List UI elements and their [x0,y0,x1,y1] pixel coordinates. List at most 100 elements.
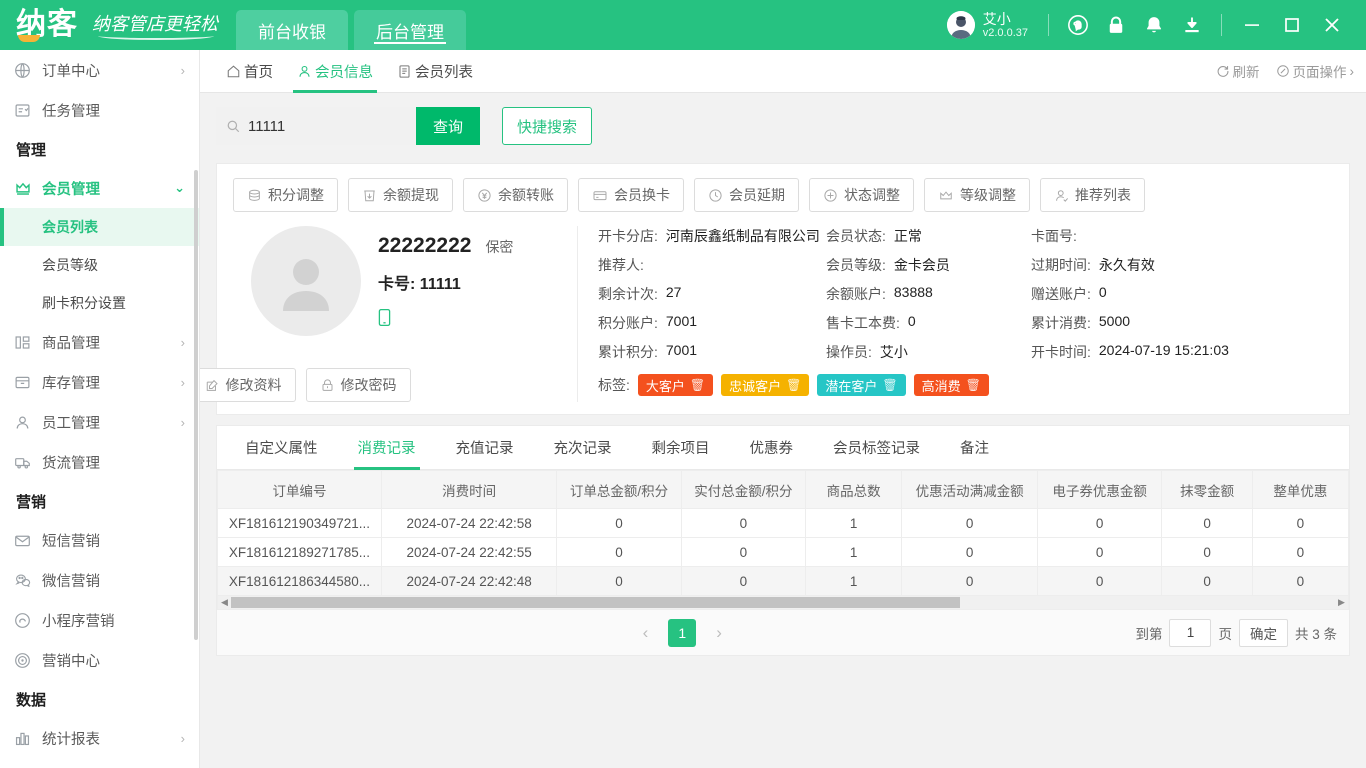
table-header-row: 订单编号 消费时间 订单总金额/积分 实付总金额/积分 商品总数 优惠活动满减金… [218,471,1349,509]
member-tag[interactable]: 大客户 🗑 [638,374,713,396]
phone-icon[interactable] [378,308,577,327]
col-order-total[interactable]: 订单总金额/积分 [557,471,681,509]
sidebar-item-marketing-center[interactable]: 营销中心 [0,640,199,680]
cell-promo-discount: 0 [902,538,1038,567]
tab-home[interactable]: 首页 [214,50,285,93]
sidebar-item-logistics-management[interactable]: 货流管理 [0,442,199,482]
sidebar-item-member-list[interactable]: 会员列表 [0,208,199,246]
search-input[interactable] [248,118,406,135]
field-total-points: 累计积分:7001 [598,342,826,362]
top-tab-backoffice[interactable]: 后台管理 [354,10,466,50]
cell-promo-discount: 0 [902,509,1038,538]
sidebar-item-order-center[interactable]: 订单中心 › [0,50,199,90]
confirm-page-button[interactable]: 确定 [1239,619,1288,647]
sidebar-item-inventory-management[interactable]: 库存管理 › [0,362,199,402]
sidebar-item-sms-marketing[interactable]: 短信营销 [0,520,199,560]
status-adjust-button[interactable]: 状态调整 [809,178,914,212]
field-label: 赠送账户: [1031,284,1091,304]
query-button[interactable]: 查询 [416,107,480,145]
trash-icon[interactable]: 🗑 [786,378,801,392]
chevron-right-icon: › [181,335,185,350]
col-goods-count[interactable]: 商品总数 [806,471,902,509]
member-change-card-button[interactable]: 会员换卡 [578,178,684,212]
download-icon[interactable] [1173,6,1211,44]
edit-profile-button[interactable]: 修改资料 [200,368,296,402]
top-tab-frontdesk[interactable]: 前台收银 [236,10,348,50]
refresh-button[interactable]: 刷新 [1216,61,1260,81]
sidebar-item-member-level[interactable]: 会员等级 [0,246,199,284]
col-order-no[interactable]: 订单编号 [218,471,382,509]
col-voucher-discount[interactable]: 电子券优惠金额 [1037,471,1161,509]
sidebar-scrollbar[interactable] [194,170,198,640]
tab-member-tag-records[interactable]: 会员标签记录 [813,426,940,470]
col-consume-time[interactable]: 消费时间 [381,471,556,509]
tags-row: 标签: 大客户 🗑 忠诚客户 🗑 潜在客户 [598,374,1333,396]
sidebar-item-goods-management[interactable]: 商品管理 › [0,322,199,362]
headset-icon[interactable] [1059,6,1097,44]
sidebar-item-label: 小程序营销 [42,610,115,631]
tab-remaining-items[interactable]: 剩余项目 [632,426,730,470]
scroll-left-icon[interactable]: ◀ [218,597,231,608]
field-referrer: 推荐人: [598,255,826,275]
tab-consumption-records[interactable]: 消费记录 [338,426,436,470]
maximize-icon[interactable] [1272,6,1312,44]
page-number-1[interactable]: 1 [668,619,696,647]
page-input[interactable] [1169,619,1211,647]
quick-search-button[interactable]: 快捷搜索 [502,107,592,145]
scroll-track[interactable] [231,597,1335,608]
sidebar-item-miniprogram-marketing[interactable]: 小程序营销 [0,600,199,640]
sidebar-item-wechat-marketing[interactable]: 微信营销 [0,560,199,600]
tab-coupons[interactable]: 优惠券 [730,426,814,470]
card-label: 卡号: [378,276,415,293]
tag-label: 忠诚客户 [729,376,781,395]
tab-member-list[interactable]: 会员列表 [385,50,485,93]
sidebar-item-task-management[interactable]: 任务管理 [0,90,199,130]
user-chip[interactable]: 艾小 v2.0.0.37 [937,11,1038,40]
col-whole-order-discount[interactable]: 整单优惠 [1252,471,1348,509]
tab-recharge-records[interactable]: 充值记录 [436,426,534,470]
col-paid-total[interactable]: 实付总金额/积分 [681,471,805,509]
table-row[interactable]: XF181612189271785... 2024-07-24 22:42:55… [218,538,1349,567]
points-adjust-button[interactable]: 积分调整 [233,178,338,212]
scroll-right-icon[interactable]: ▶ [1335,597,1348,608]
tag-label: 大客户 [646,376,685,395]
prev-page-button[interactable]: ‹ [637,623,655,643]
field-member-status: 会员状态:正常 [826,226,1031,246]
balance-transfer-button[interactable]: 余额转账 [463,178,568,212]
trash-icon[interactable]: 🗑 [966,378,981,392]
close-icon[interactable] [1312,6,1352,44]
field-label: 推荐人: [598,255,644,275]
page-operations-button[interactable]: 页面操作 › [1276,61,1355,81]
member-tag[interactable]: 高消费 🗑 [914,374,989,396]
minimize-icon[interactable] [1232,6,1272,44]
trash-icon[interactable]: 🗑 [690,378,705,392]
member-extend-button[interactable]: 会员延期 [694,178,799,212]
trash-icon[interactable]: 🗑 [882,378,897,392]
sidebar-item-card-points-settings[interactable]: 刷卡积分设置 [0,284,199,322]
horizontal-scrollbar[interactable]: ◀ ▶ [217,596,1349,609]
tab-member-info[interactable]: 会员信息 [285,50,385,93]
balance-withdraw-button[interactable]: 余额提现 [348,178,453,212]
tab-custom-attributes[interactable]: 自定义属性 [225,426,338,470]
sidebar-item-member-management[interactable]: 会员管理 ⌄ [0,168,199,208]
lock-icon[interactable] [1097,6,1135,44]
scroll-thumb[interactable] [231,597,960,608]
member-tag[interactable]: 忠诚客户 🗑 [721,374,809,396]
points-icon [247,188,262,203]
col-round-off[interactable]: 抹零金额 [1162,471,1252,509]
col-promo-discount[interactable]: 优惠活动满减金额 [902,471,1038,509]
sidebar-item-staff-management[interactable]: 员工管理 › [0,402,199,442]
tab-remarks[interactable]: 备注 [940,426,1009,470]
bell-icon[interactable] [1135,6,1173,44]
member-tag[interactable]: 潜在客户 🗑 [817,374,905,396]
level-adjust-button[interactable]: 等级调整 [924,178,1030,212]
recommend-list-button[interactable]: 推荐列表 [1040,178,1145,212]
sidebar-item-statistics-report[interactable]: 统计报表 › [0,718,199,758]
table-row[interactable]: XF181612186344580... 2024-07-24 22:42:48… [218,567,1349,596]
op-label: 等级调整 [960,185,1016,205]
table-row[interactable]: XF181612190349721... 2024-07-24 22:42:58… [218,509,1349,538]
next-page-button[interactable]: › [710,623,728,643]
wechat-icon [14,572,36,589]
search-icon [226,119,241,134]
tab-times-records[interactable]: 充次记录 [534,426,632,470]
